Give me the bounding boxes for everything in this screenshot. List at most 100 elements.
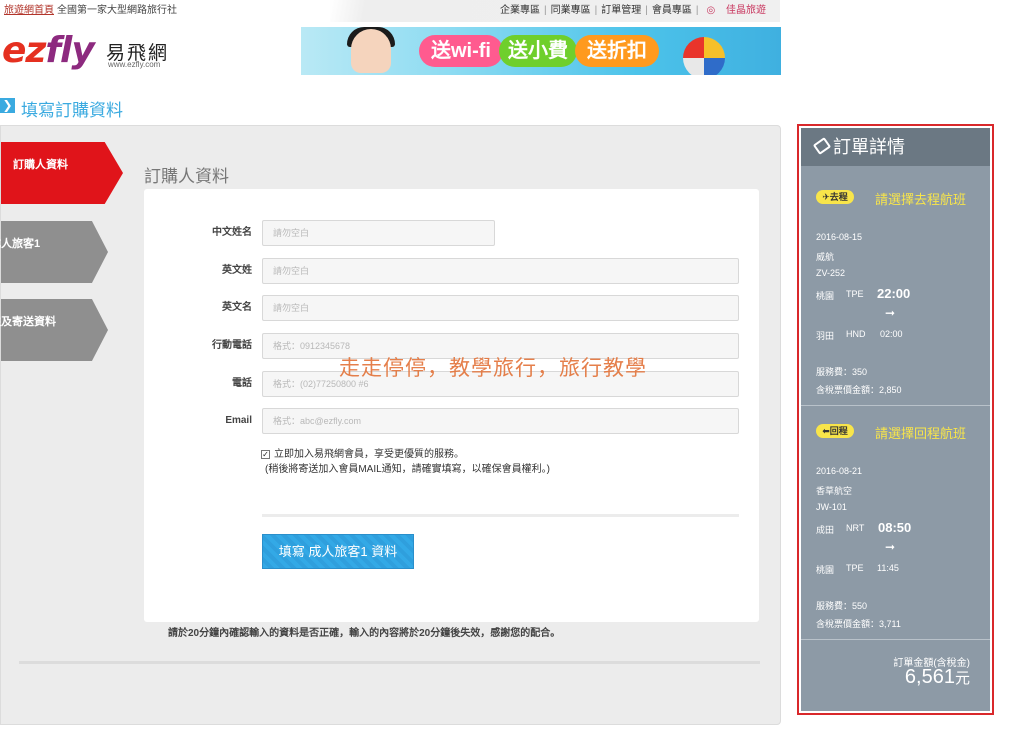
return-service-fee: 服務費：550: [816, 601, 868, 611]
step-label: 訂購人資料: [13, 159, 68, 171]
top-bar-left: 旅遊網首頁 全國第一家大型網路旅行社: [4, 0, 177, 22]
step-receipt-delivery[interactable]: 收據及寄送資料: [0, 299, 108, 361]
booking-panel: 訂購人資料 成人旅客1 收據及寄送資料 訂購人資料 中文姓名 英文姓 英文名 行…: [0, 125, 781, 725]
return-airline: 香草航空: [816, 486, 853, 496]
outbound-badge: ✈去程: [816, 190, 854, 204]
step-arrow: [1, 221, 108, 283]
email-input[interactable]: [262, 408, 739, 434]
bottom-divider: [19, 661, 760, 664]
banner-model: [351, 29, 391, 73]
member-checkbox-label: 立即加入易飛網會員，享受更優質的服務。: [274, 449, 464, 460]
step-purchaser[interactable]: 訂購人資料: [1, 142, 123, 204]
arrow-right-icon: ➞: [885, 540, 896, 554]
nav-enterprise[interactable]: 企業專區: [496, 5, 544, 16]
nav-partner[interactable]: ◎ 佳晶旅遊: [698, 5, 774, 16]
member-checkbox[interactable]: ✓: [261, 449, 270, 459]
phone-label: 電話: [232, 378, 252, 389]
logo-url: www.ezfly.com: [108, 60, 161, 69]
outbound-service-fee: 服務費：350: [816, 367, 868, 377]
order-total: 6,561元: [905, 666, 970, 689]
section-separator: [801, 405, 990, 406]
tagline: 全國第一家大型網路旅行社: [57, 5, 177, 16]
row-first-name: 英文名: [144, 295, 252, 321]
return-flight-no: JW-101: [816, 502, 847, 512]
return-badge-label: 回程: [829, 426, 848, 436]
nav-member[interactable]: 會員專區: [648, 5, 696, 16]
step-arrow: [1, 299, 108, 361]
fill-passenger-button[interactable]: 填寫 成人旅客1 資料: [262, 534, 414, 569]
outbound-flight-no: ZV-252: [816, 268, 846, 278]
chinese-name-input[interactable]: [262, 220, 495, 246]
expiry-notice: 請於20分鐘內確認輸入的資料是否正確，輸入的內容將於20分鐘後失效，感謝您的配合…: [168, 628, 561, 639]
order-total-amount: 6,561: [904, 666, 955, 688]
ticket-icon: [812, 137, 832, 155]
outbound-badge-label: 去程: [829, 192, 848, 202]
home-link[interactable]: 旅遊網首頁: [4, 5, 54, 16]
logo-ez: ez: [2, 30, 46, 71]
banner-discount: 送折扣: [575, 35, 659, 67]
row-mobile: 行動電話: [144, 333, 252, 359]
outbound-airline: 威航: [816, 252, 835, 262]
outbound-arr-city: 羽田: [816, 331, 835, 341]
outbound-dep-time: 22:00: [877, 286, 911, 301]
member-signup: ✓ 立即加入易飛網會員，享受更優質的服務。 (稍後將寄送加入會員MAIL通知，請確…: [261, 447, 550, 477]
return-arr-time: 11:45: [877, 563, 899, 573]
outbound-dep-code: TPE: [846, 289, 864, 299]
order-details-header: 訂單詳情: [801, 128, 990, 166]
top-bar: 旅遊網首頁 全國第一家大型網路旅行社 企業專區 | 同業專區 | 訂單管理 | 會員專區 | ◎ …: [0, 0, 780, 22]
swirl-icon: ◎: [706, 5, 716, 16]
outbound-dep-city: 桃園: [816, 291, 835, 301]
return-arr-city: 桃園: [816, 565, 835, 575]
choose-outbound-link[interactable]: 請選擇去程航班: [875, 189, 966, 208]
last-name-label: 英文姓: [222, 265, 252, 276]
order-total-unit: 元: [954, 670, 970, 687]
chinese-name-label: 中文姓名: [212, 227, 252, 238]
purchaser-form: 中文姓名 英文姓 英文名 行動電話 電話 Email: [144, 189, 759, 622]
member-checkbox-row[interactable]: ✓ 立即加入易飛網會員，享受更優質的服務。: [261, 447, 550, 462]
nav-order-management[interactable]: 訂單管理: [597, 5, 645, 16]
return-date: 2016-08-21: [816, 466, 863, 476]
member-note: (稍後將寄送加入會員MAIL通知，請確實填寫，以確保會員權利。): [265, 464, 550, 475]
return-fare-total: 含稅票價金額：3,711: [816, 619, 901, 629]
top-nav: 企業專區 | 同業專區 | 訂單管理 | 會員專區 | ◎ 佳晶旅遊: [496, 0, 774, 22]
form-divider: [262, 514, 739, 517]
banner-wifi: 送wi-fi: [419, 35, 503, 67]
logo-wordmark: ezfly: [2, 30, 95, 71]
arrow-left-icon: ⬅: [822, 426, 830, 436]
outbound-arr-code: HND: [846, 329, 866, 339]
nav-agency[interactable]: 同業專區: [547, 5, 595, 16]
step-label: 成人旅客1: [0, 238, 41, 250]
email-label: Email: [225, 415, 252, 426]
plane-icon: ✈: [822, 192, 830, 202]
section-title: 訂購人資料: [144, 167, 229, 186]
return-dep-code: NRT: [846, 523, 865, 533]
step-arrow: [1, 142, 123, 204]
last-name-input[interactable]: [262, 258, 739, 284]
row-last-name: 英文姓: [144, 258, 252, 284]
row-chinese-name: 中文姓名: [144, 220, 252, 246]
order-details-body: 訂單詳情 ✈去程 請選擇去程航班 2016-08-15 威航 ZV-252 桃園…: [801, 128, 990, 711]
order-details-title: 訂單詳情: [833, 137, 905, 157]
outbound-date: 2016-08-15: [816, 232, 863, 242]
outbound-arr-time: 02:00: [880, 329, 903, 339]
watermark-text: 走走停停，教學旅行，旅行教學: [339, 357, 647, 380]
beach-ball-icon: [683, 37, 725, 75]
page-title-text: 填寫訂購資料: [21, 101, 123, 120]
return-dep-city: 成田: [816, 525, 835, 535]
return-dep-time: 08:50: [878, 520, 912, 535]
promo-banner[interactable]: 送wi-fi 送小費 送折扣: [301, 27, 781, 75]
step-label: 收據及寄送資料: [0, 316, 56, 328]
return-badge: ⬅回程: [816, 424, 854, 438]
row-phone: 電話: [144, 371, 252, 397]
logo-fly: fly: [45, 30, 94, 71]
nav-partner-label: 佳晶旅遊: [726, 5, 766, 16]
mobile-label: 行動電話: [212, 340, 252, 351]
first-name-input[interactable]: [262, 295, 739, 321]
banner-tip: 送小費: [499, 35, 577, 67]
row-email: Email: [144, 408, 252, 434]
first-name-label: 英文名: [222, 302, 252, 313]
arrow-right-icon: ➞: [885, 306, 896, 320]
choose-return-link[interactable]: 請選擇回程航班: [875, 423, 966, 442]
outbound-fare-total: 含稅票價金額：2,850: [816, 385, 902, 395]
step-adult-passenger[interactable]: 成人旅客1: [0, 221, 108, 283]
